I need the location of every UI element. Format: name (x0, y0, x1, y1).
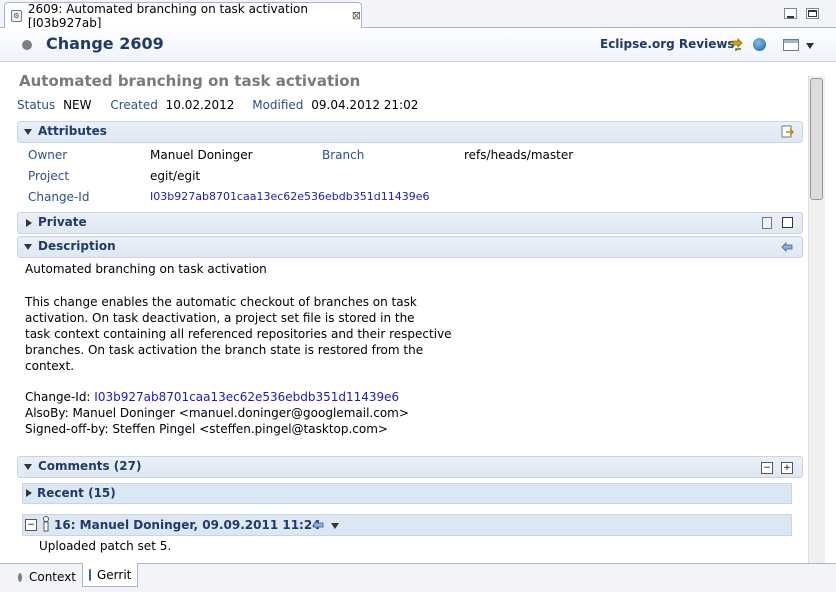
status-label: Status (17, 98, 56, 112)
comment-entry-title: 16: Manuel Doninger, 09.09.2011 11:24 (54, 518, 321, 532)
recent-comments-title[interactable]: Recent (15) (37, 486, 116, 500)
branch-label: Branch (322, 148, 365, 162)
attributes-title[interactable]: Attributes (38, 124, 107, 138)
scrollbar-thumb[interactable] (810, 78, 823, 200)
reply-icon[interactable] (780, 241, 794, 253)
comment-entry-text: Uploaded patch set 5. (39, 539, 172, 553)
task-icon: ⚙ (11, 9, 22, 22)
branch-value: refs/heads/master (464, 148, 574, 162)
chevron-down-icon[interactable] (331, 523, 339, 529)
expand-toggle-icon[interactable] (24, 129, 32, 135)
description-body: This change enables the automatic checko… (25, 295, 452, 373)
comments-title[interactable]: Comments (27) (38, 459, 141, 473)
modified-label: Modified (252, 98, 304, 112)
recent-comments-header[interactable] (22, 483, 792, 504)
change-id-prefix: Change-Id: (25, 390, 95, 404)
context-icon (18, 572, 22, 582)
collapsed-toggle-icon[interactable] (26, 219, 32, 227)
context-tab[interactable]: Context (12, 566, 82, 588)
page-title: Change 2609 (46, 34, 164, 53)
also-by-line: AlsoBy: Manuel Doninger <manuel.doninger… (25, 406, 409, 420)
created-label: Created (110, 98, 158, 112)
description-change-id-link[interactable]: I03b927ab8701caa13ec62e536ebdb351d11439e… (94, 390, 399, 404)
editor-tab[interactable]: ⚙ 2609: Automated branching on task acti… (4, 1, 362, 30)
status-dot-icon (22, 40, 32, 50)
maximize-section-icon[interactable] (782, 217, 793, 228)
repository-label: Eclipse.org Reviews (600, 37, 735, 51)
status-row: Status NEW Created 10.02.2012 Modified 0… (17, 98, 418, 112)
expand-toggle-icon[interactable] (24, 464, 32, 470)
notes-icon[interactable] (762, 217, 772, 229)
editor-tab-title: 2609: Automated branching on task activa… (27, 1, 308, 30)
project-label: Project (28, 169, 70, 183)
description-first-line: Automated branching on task activation (25, 262, 267, 276)
change-id-link[interactable]: I03b927ab8701caa13ec62e536ebdb351d11439e… (150, 190, 430, 203)
collapsed-toggle-icon[interactable] (26, 489, 32, 497)
context-tab-label: Context (28, 570, 76, 584)
open-attributes-icon[interactable] (781, 125, 795, 138)
layout-menu-icon[interactable] (783, 39, 799, 51)
change-id-label: Change-Id (28, 190, 90, 204)
minimize-button[interactable] (784, 8, 797, 19)
synchronize-icon[interactable] (730, 37, 744, 51)
created-value: 10.02.2012 (165, 98, 235, 112)
private-section-header[interactable] (17, 212, 803, 234)
chevron-down-icon[interactable] (806, 43, 814, 49)
modified-value: 09.04.2012 21:02 (311, 98, 419, 112)
task-summary: Automated branching on task activation (19, 72, 361, 90)
description-section-header[interactable] (17, 236, 803, 258)
open-in-browser-icon[interactable] (753, 38, 766, 51)
collapse-comment-icon[interactable]: − (25, 519, 37, 531)
gerrit-tab-label: Gerrit (97, 567, 132, 582)
description-title[interactable]: Description (38, 239, 116, 253)
person-icon (42, 516, 50, 532)
owner-label: Owner (28, 148, 68, 162)
status-value: NEW (63, 98, 92, 112)
owner-value: Manuel Doninger (150, 148, 253, 162)
close-tab-icon[interactable]: ⊠ (352, 9, 361, 22)
signed-off-line: Signed-off-by: Steffen Pingel <steffen.p… (25, 422, 388, 436)
collapse-all-icon[interactable]: − (761, 462, 773, 474)
project-value: egit/egit (150, 169, 201, 183)
description-change-id-line: Change-Id: I03b927ab8701caa13ec62e536ebd… (25, 390, 399, 404)
maximize-button[interactable] (806, 8, 819, 19)
attributes-section-header[interactable] (17, 121, 803, 143)
private-title[interactable]: Private (38, 215, 87, 229)
expand-toggle-icon[interactable] (24, 244, 32, 250)
gerrit-tab[interactable]: Gerrit (82, 563, 138, 587)
expand-all-icon[interactable]: + (781, 462, 793, 474)
gerrit-icon (89, 568, 91, 581)
reply-icon[interactable] (311, 519, 325, 531)
